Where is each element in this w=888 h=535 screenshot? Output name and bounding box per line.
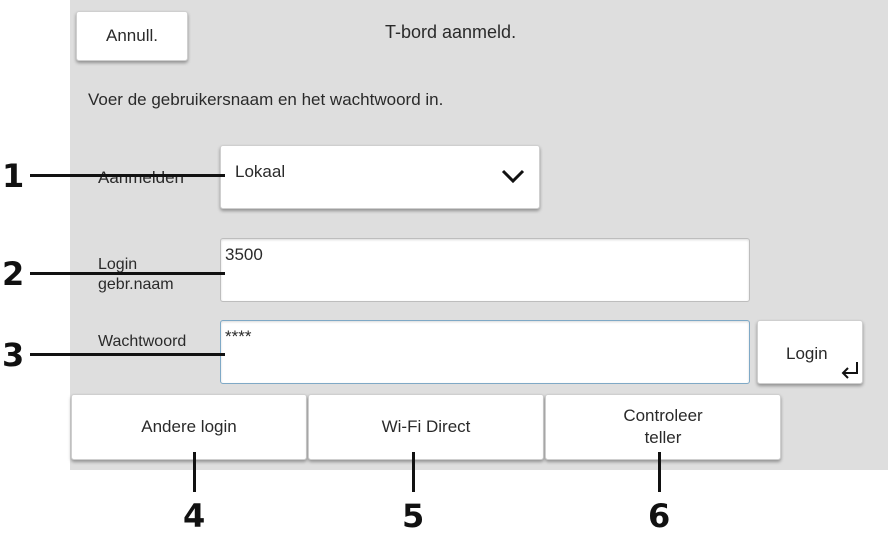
callout-line-1 xyxy=(30,174,225,177)
check-counter-label-line2: teller xyxy=(644,428,682,447)
other-login-button[interactable]: Andere login xyxy=(71,394,307,460)
callout-number-2: 2 xyxy=(2,255,25,293)
callout-line-3 xyxy=(30,353,225,356)
instruction-text: Voer de gebruikersnaam en het wachtwoord… xyxy=(88,90,444,109)
callout-line-5 xyxy=(412,452,415,492)
login-type-value: Lokaal xyxy=(235,162,286,181)
password-field[interactable]: **** xyxy=(220,320,750,384)
page-title: T-bord aanmeld. xyxy=(385,22,517,42)
wifi-direct-label: Wi-Fi Direct xyxy=(381,417,471,436)
callout-line-2 xyxy=(30,272,225,275)
chevron-down-icon xyxy=(501,168,525,184)
wifi-direct-button[interactable]: Wi-Fi Direct xyxy=(308,394,544,460)
enter-icon xyxy=(840,361,860,379)
login-type-select[interactable]: Lokaal xyxy=(220,145,540,209)
callout-number-4: 4 xyxy=(183,497,206,535)
callout-number-3: 3 xyxy=(2,336,25,374)
cancel-button-label: Annull. xyxy=(106,26,158,45)
login-type-label: Aanmelden xyxy=(98,168,185,187)
cancel-button[interactable]: Annull. xyxy=(76,11,188,61)
password-label: Wachtwoord xyxy=(98,333,187,350)
login-button[interactable]: Login xyxy=(757,320,863,384)
check-counter-label-line1: Controleer xyxy=(623,406,703,425)
callout-number-1: 1 xyxy=(2,157,25,195)
username-field[interactable]: 3500 xyxy=(220,238,750,302)
check-counter-button[interactable]: Controleer teller xyxy=(545,394,781,460)
callout-number-6: 6 xyxy=(648,497,671,535)
callout-line-4 xyxy=(193,452,196,492)
callout-number-5: 5 xyxy=(402,497,425,535)
login-button-label: Login xyxy=(786,344,828,363)
callout-line-6 xyxy=(658,452,661,492)
username-label-line2: gebr.naam xyxy=(98,276,174,293)
other-login-label: Andere login xyxy=(141,417,237,436)
